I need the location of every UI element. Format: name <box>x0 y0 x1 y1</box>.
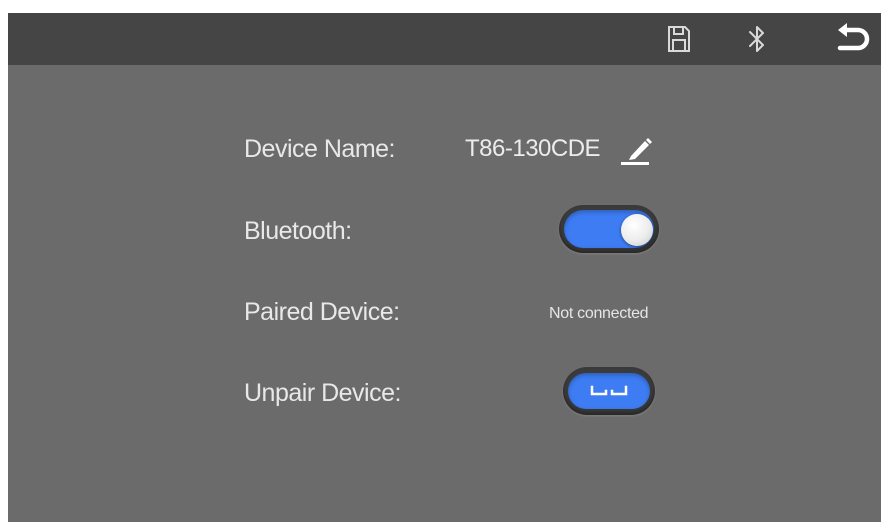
edit-device-name-button[interactable] <box>617 129 657 167</box>
unpair-device-button[interactable] <box>563 367 655 415</box>
device-name-label: Device Name: <box>244 135 396 163</box>
unpair-icon <box>590 385 628 396</box>
bluetooth-toggle-track <box>564 210 654 248</box>
back-button[interactable] <box>831 21 875 57</box>
bluetooth-toggle-knob <box>621 214 653 246</box>
unpair-button-face <box>568 373 650 409</box>
back-arrow-icon <box>837 23 870 51</box>
bluetooth-icon <box>749 26 764 52</box>
bluetooth-toggle[interactable] <box>559 205 659 253</box>
bluetooth-label: Bluetooth: <box>244 217 352 245</box>
settings-screen: Device Name: T86-130CDE Bluetooth: Paire… <box>8 13 881 522</box>
paired-device-status: Not connected <box>549 305 649 322</box>
bluetooth-button[interactable] <box>739 21 775 57</box>
pencil-icon <box>621 138 652 165</box>
top-bar <box>8 13 881 65</box>
save-icon <box>668 26 690 52</box>
unpair-device-label: Unpair Device: <box>244 379 401 407</box>
paired-device-label: Paired Device: <box>244 298 400 326</box>
device-name-value: T86-130CDE <box>465 135 601 162</box>
save-button[interactable] <box>661 21 697 57</box>
